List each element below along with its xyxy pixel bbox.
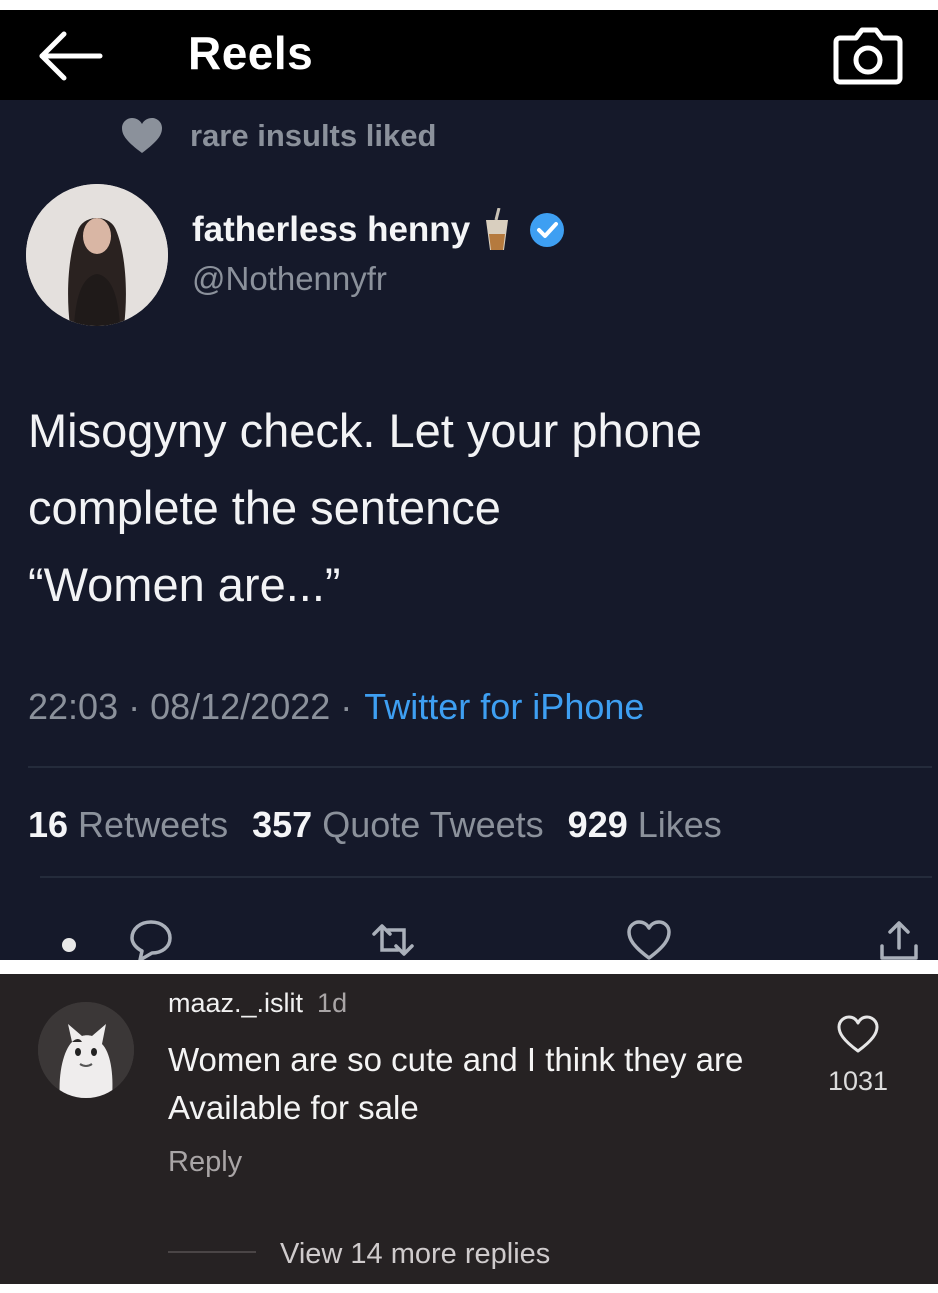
tweet-card: rare insults liked fatherless henny @Not: [0, 100, 938, 962]
bubble-tea-icon: [486, 208, 509, 250]
heart-outline-icon: [837, 1015, 879, 1053]
camera-icon: [833, 27, 903, 85]
replies-divider-line: [168, 1251, 256, 1253]
display-name[interactable]: fatherless henny: [192, 210, 470, 250]
heart-outline-icon: [627, 920, 671, 960]
profile-photo: [26, 184, 168, 326]
tweet-stats: 16 Retweets 357 Quote Tweets 929 Likes: [28, 804, 746, 846]
meta-separator: ·: [118, 686, 151, 727]
likes-stat[interactable]: 929 Likes: [568, 804, 722, 846]
liked-by-row: rare insults liked: [120, 114, 436, 158]
quote-tweets-stat[interactable]: 357 Quote Tweets: [252, 804, 544, 846]
page-indicator-dot: [62, 938, 76, 952]
avatar[interactable]: [26, 184, 168, 326]
quote-tweets-count: 357: [252, 804, 313, 845]
comment-time: 1d: [317, 988, 348, 1018]
retweets-count: 16: [28, 804, 69, 845]
tweet-meta: 22:03 · 08/12/2022 · Twitter for iPhone: [28, 686, 644, 728]
comment-text: Women are so cute and I think they are A…: [168, 1041, 744, 1126]
quote-tweets-label: Quote Tweets: [322, 804, 544, 845]
reply-link[interactable]: Reply: [168, 1146, 242, 1179]
likes-count: 929: [567, 804, 628, 845]
verified-badge-icon: [530, 213, 565, 247]
back-button[interactable]: [36, 28, 106, 84]
share-button[interactable]: [876, 918, 922, 962]
reels-header: Reels: [0, 10, 938, 100]
meta-separator: ·: [330, 686, 353, 727]
comment-like-button[interactable]: [836, 1014, 880, 1054]
arrow-left-icon: [39, 31, 103, 81]
comment-header: maaz._.islit 1d: [168, 988, 347, 1019]
author-name-row: fatherless henny: [192, 208, 566, 252]
page-title: Reels: [188, 27, 314, 79]
retweets-stat[interactable]: 16 Retweets: [28, 804, 228, 846]
screenshot-frame: Reels rare insults liked fatherless henn…: [0, 0, 938, 1293]
tweet-actions: [0, 912, 938, 962]
like-button[interactable]: [626, 918, 672, 962]
divider: [28, 766, 932, 768]
comment-panel: maaz._.islit 1d Women are so cute and I …: [0, 974, 938, 1284]
share-icon: [880, 921, 918, 960]
tweet-text: Misogyny check. Let your phone complete …: [28, 404, 703, 611]
comment-like-count: 1031: [827, 1066, 889, 1096]
divider: [40, 876, 932, 878]
tweet-time: 22:03: [28, 686, 119, 727]
heart-icon: [122, 118, 162, 153]
separator: [0, 960, 938, 974]
tweet-date: 08/12/2022: [150, 686, 331, 727]
tweet-source-link[interactable]: Twitter for iPhone: [364, 686, 644, 728]
view-more-replies-link[interactable]: View 14 more replies: [280, 1238, 550, 1271]
comment-username[interactable]: maaz._.islit: [168, 988, 303, 1019]
retweet-icon: [372, 924, 414, 956]
user-handle[interactable]: @Nothennyfr: [192, 260, 387, 298]
camera-button[interactable]: [830, 20, 906, 90]
cat-photo: [38, 1002, 134, 1098]
commenter-avatar[interactable]: [38, 1002, 134, 1098]
retweet-button[interactable]: [370, 918, 416, 962]
retweets-label: Retweets: [78, 804, 229, 845]
likes-label: Likes: [637, 804, 722, 845]
comment-icon: [130, 920, 172, 962]
liked-by-text: rare insults liked: [190, 118, 437, 153]
reply-button[interactable]: [128, 918, 174, 962]
